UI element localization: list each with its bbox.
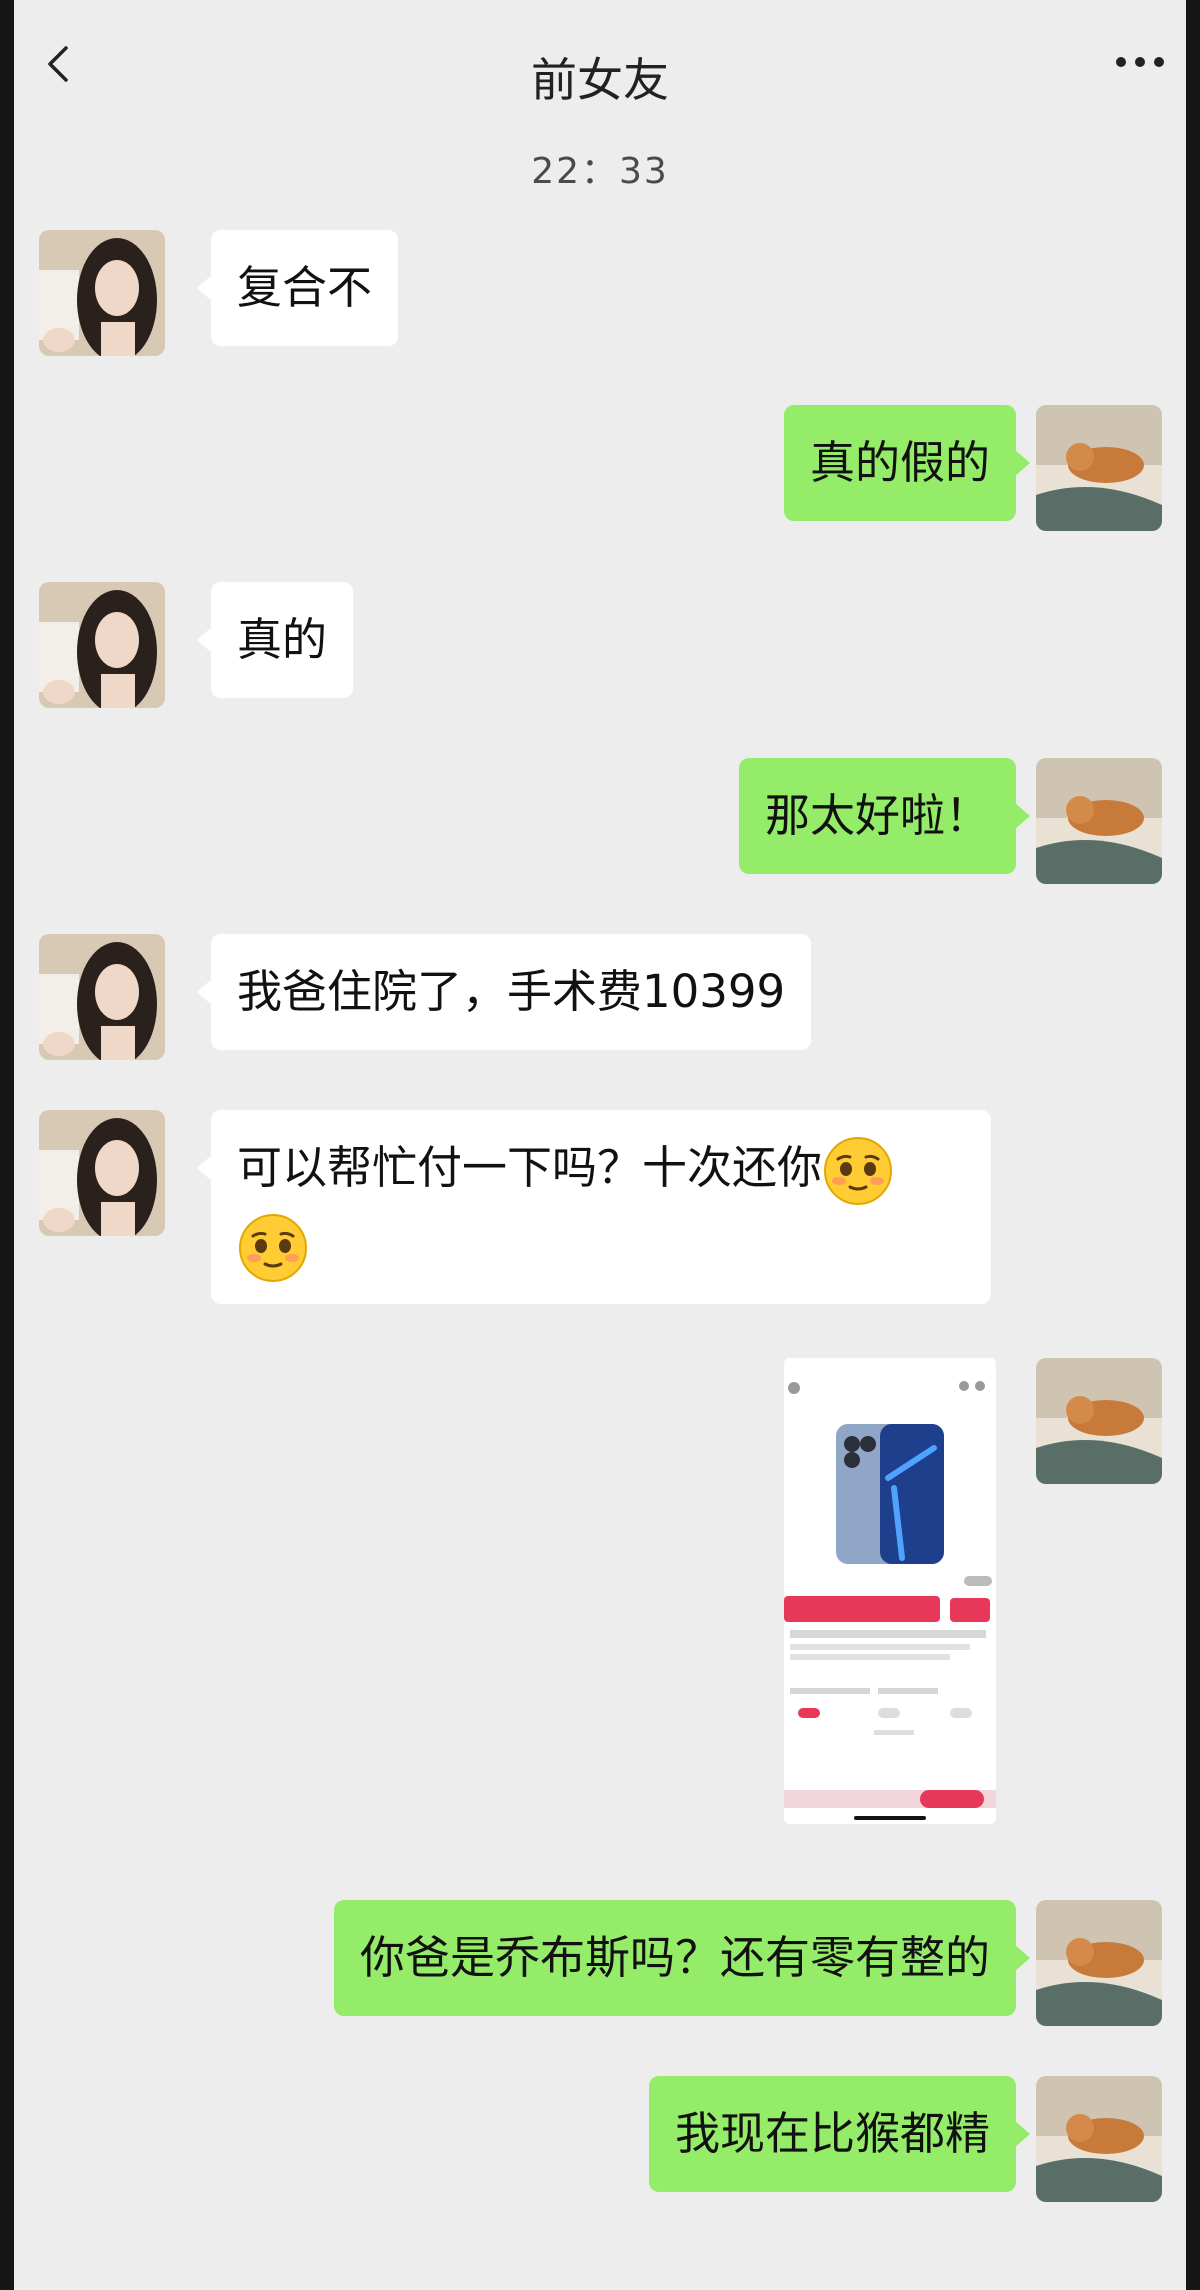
outgoing-message-bubble[interactable]: 那太好啦！ [738, 758, 1031, 874]
chat-title: 前女友 [531, 53, 669, 107]
screen-border-left [0, 0, 14, 2290]
message-timestamp: 22：33 [531, 151, 669, 192]
chat-header: 前女友 [14, 14, 1186, 122]
pleading-face-icon [822, 1135, 894, 1207]
outgoing-message-bubble[interactable]: 我现在比猴都精 [648, 2076, 1031, 2192]
outgoing-message-bubble[interactable]: 真的假的 [783, 405, 1031, 521]
contact-avatar[interactable] [39, 582, 165, 708]
incoming-message-bubble[interactable]: 可以帮忙付一下吗？十次还你 [197, 1110, 991, 1304]
image-message-phone-screenshot[interactable] [784, 1358, 996, 1824]
my-avatar[interactable] [1036, 1358, 1162, 1484]
screen-border-right [1186, 0, 1200, 2290]
incoming-message-bubble[interactable]: 复合不 [196, 230, 399, 346]
incoming-message-bubble[interactable]: 我爸住院了，手术费10399 [196, 934, 812, 1050]
my-avatar[interactable] [1036, 758, 1162, 884]
my-avatar[interactable] [1036, 405, 1162, 531]
incoming-message-bubble[interactable]: 真的 [196, 582, 354, 698]
contact-avatar[interactable] [39, 934, 165, 1060]
contact-avatar[interactable] [39, 1110, 165, 1236]
outgoing-message-bubble[interactable]: 你爸是乔布斯吗？还有零有整的 [333, 1900, 1031, 2016]
message-text: 可以帮忙付一下吗？十次还你 [237, 1141, 823, 1194]
status-bar [14, 0, 1186, 14]
contact-avatar[interactable] [39, 230, 165, 356]
my-avatar[interactable] [1036, 1900, 1162, 2026]
more-dots-icon[interactable] [1114, 54, 1166, 68]
pleading-face-icon [237, 1212, 309, 1284]
my-avatar[interactable] [1036, 2076, 1162, 2202]
